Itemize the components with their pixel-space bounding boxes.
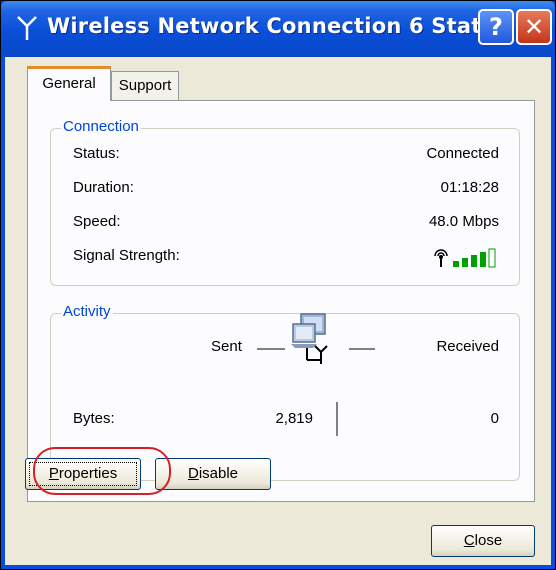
sent-label: Sent: [211, 338, 242, 355]
antenna-icon: [17, 16, 37, 40]
status-value: Connected: [426, 145, 499, 162]
network-computers-icon: [291, 313, 328, 364]
duration-value: 01:18:28: [440, 179, 499, 196]
annotation-highlight-circle: [33, 447, 171, 495]
duration-label: Duration:: [73, 179, 134, 196]
signal-strength-label: Signal Strength:: [73, 247, 180, 264]
bytes-label: Bytes:: [73, 410, 115, 427]
wireless-signal-icon: [434, 248, 496, 268]
disable-mnemonic: D: [187, 465, 199, 482]
signal-bar: [471, 255, 477, 267]
signal-bar: [488, 248, 496, 268]
close-label: lose: [474, 532, 503, 549]
status-window: Wireless Network Connection 6 Status ? ✕…: [0, 0, 556, 570]
window-title: Wireless Network Connection 6 Status: [47, 14, 510, 38]
signal-bar: [453, 261, 459, 267]
general-panel: Connection Status: Connected Duration: 0…: [27, 100, 535, 502]
connection-legend: Connection: [61, 118, 141, 135]
tab-support[interactable]: Support: [111, 71, 179, 101]
close-mnemonic: C: [463, 532, 475, 549]
speed-value: 48.0 Mbps: [428, 213, 499, 230]
received-label: Received: [436, 338, 499, 355]
sent-line: [257, 348, 285, 350]
speed-label: Speed:: [73, 213, 121, 230]
activity-legend: Activity: [61, 303, 113, 320]
title-bar[interactable]: Wireless Network Connection 6 Status ? ✕: [1, 1, 555, 57]
signal-bar: [480, 252, 486, 267]
signal-bar: [462, 258, 468, 267]
bytes-sent-value: 2,819: [275, 410, 313, 427]
disable-label: isable: [198, 465, 239, 482]
status-label: Status:: [73, 145, 120, 162]
help-icon[interactable]: ?: [478, 9, 514, 45]
connection-group: Connection Status: Connected Duration: 0…: [50, 118, 520, 286]
close-icon[interactable]: ✕: [516, 9, 552, 45]
bytes-received-value: 0: [490, 410, 499, 427]
received-line: [349, 348, 375, 350]
tab-general[interactable]: General: [27, 66, 111, 101]
activity-divider: [336, 402, 338, 436]
close-button[interactable]: Close: [431, 525, 535, 557]
disable-button[interactable]: Disable: [155, 458, 271, 490]
